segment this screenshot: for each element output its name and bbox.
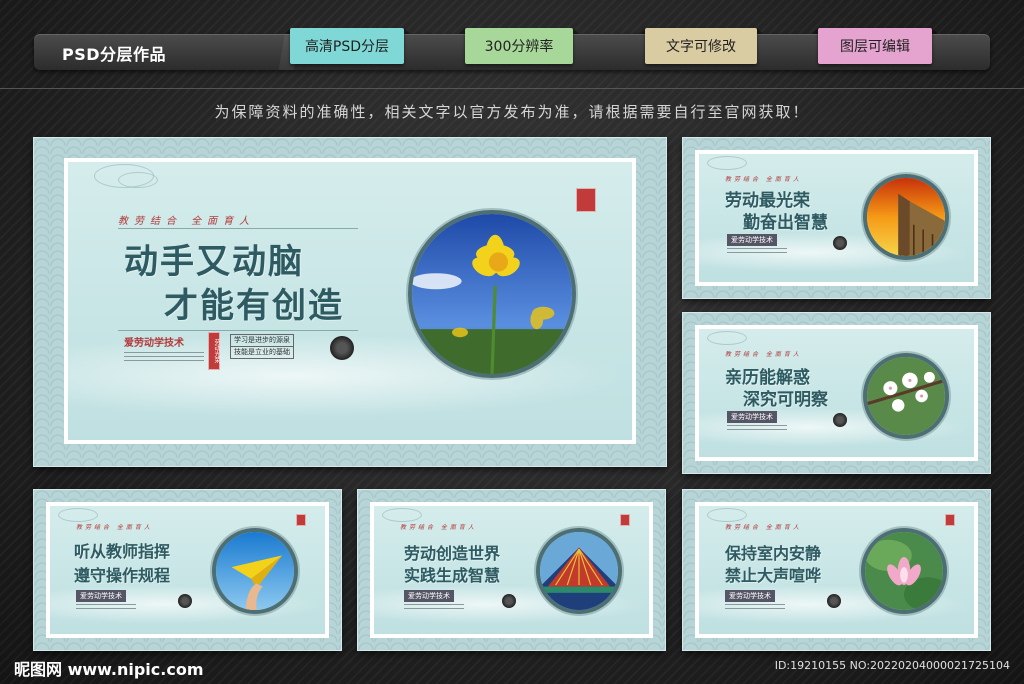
panel-frame: 教劳结合 全面育人 劳动创造世界 实践生成智慧 爱劳动学技术 <box>370 502 653 638</box>
panel-canvas: 教劳结合 全面育人 动手又动脑 才能有创造 爱劳动学技术 劳动光荣 学习是进步的… <box>68 162 632 440</box>
headline-line1: 听从教师指挥 <box>74 542 171 561</box>
headline-line1: 劳动创造世界 <box>404 544 501 563</box>
panel-create-world: 教劳结合 全面育人 劳动创造世界 实践生成智慧 爱劳动学技术 <box>358 490 665 650</box>
divider <box>0 88 1024 89</box>
footer-id: ID:19210155 NO:20220204000021725104 <box>774 659 1010 672</box>
red-seal-icon <box>576 188 596 212</box>
motto-text: 教劳结合 全面育人 <box>725 524 802 531</box>
motto-text: 教劳结合 全面育人 <box>725 351 802 358</box>
cloud-ornament <box>707 331 747 345</box>
panel-frame: 教劳结合 全面育人 听从教师指挥 遵守操作规程 爱劳动学技术 <box>46 502 329 638</box>
headline-line2: 禁止大声喧哗 <box>725 566 822 585</box>
subtitle-badge: 爱劳动学技术 <box>76 590 126 602</box>
blossom-photo <box>867 357 945 435</box>
temple-roof-photo <box>540 532 618 610</box>
headline-line1: 动手又动脑 <box>124 242 304 282</box>
bronze-vessel-icon <box>502 594 516 608</box>
headline-line2: 遵守操作规程 <box>74 566 171 585</box>
headline-line2: 才能有创造 <box>164 286 344 326</box>
header-title: PSD分层作品 <box>62 45 167 64</box>
tag-editable-layers: 图层可编辑 <box>818 28 932 64</box>
panel-follow-teacher: 教劳结合 全面育人 听从教师指挥 遵守操作规程 爱劳动学技术 <box>34 490 341 650</box>
panel-frame: 教劳结合 全面育人 动手又动脑 才能有创造 爱劳动学技术 劳动光荣 学习是进步的… <box>64 158 636 444</box>
cloud-ornament <box>382 508 422 522</box>
cloud-ornament <box>58 508 98 522</box>
cloud-ornament <box>707 508 747 522</box>
great-wall-photo <box>867 178 945 256</box>
panel-experience: 教劳结合 全面育人 亲历能解惑 深究可明察 爱劳动学技术 <box>683 313 990 473</box>
red-seal-icon <box>296 514 306 526</box>
red-seal-icon <box>620 514 630 526</box>
footer-logo: 昵图网 www.nipic.com <box>14 660 204 679</box>
subtitle-badge: 爱劳动学技术 <box>727 411 777 423</box>
info-box-2: 技能是立业的基础 <box>230 346 294 360</box>
motto-text: 教劳结合 全面育人 <box>725 176 802 183</box>
headline-line2: 深究可明察 <box>743 390 828 410</box>
tag-hd-psd: 高清PSD分层 <box>290 28 404 64</box>
panel-labor-glory: 教劳结合 全面育人 劳动最光荣 勤奋出智慧 爱劳动学技术 <box>683 138 990 298</box>
bronze-vessel-icon <box>330 336 354 360</box>
bronze-vessel-icon <box>178 594 192 608</box>
panel-frame: 教劳结合 全面育人 亲历能解惑 深究可明察 爱劳动学技术 <box>695 325 978 461</box>
headline-line2: 实践生成智慧 <box>404 566 501 585</box>
headline-line1: 保持室内安静 <box>725 544 822 563</box>
panel-keep-quiet: 教劳结合 全面育人 保持室内安静 禁止大声喧哗 爱劳动学技术 <box>683 490 990 650</box>
subtitle-badge: 爱劳动学技术 <box>727 234 777 246</box>
red-seal-icon <box>945 514 955 526</box>
lotus-photo <box>865 532 943 610</box>
bronze-vessel-icon <box>833 413 847 427</box>
panel-frame: 教劳结合 全面育人 保持室内安静 禁止大声喧哗 爱劳动学技术 <box>695 502 978 638</box>
motto-text: 教劳结合 全面育人 <box>400 524 477 531</box>
seal-stamp: 劳动光荣 <box>208 332 220 370</box>
bronze-vessel-icon <box>833 236 847 250</box>
daffodil-photo <box>412 214 572 374</box>
motto-text: 教劳结合 全面育人 <box>76 524 153 531</box>
headline-line2: 勤奋出智慧 <box>743 213 828 233</box>
bronze-vessel-icon <box>827 594 841 608</box>
paper-plane-photo <box>216 532 294 610</box>
tag-resolution: 300分辨率 <box>465 28 573 64</box>
subtitle-badge: 爱劳动学技术 <box>725 590 775 602</box>
main-panel: 教劳结合 全面育人 动手又动脑 才能有创造 爱劳动学技术 劳动光荣 学习是进步的… <box>34 138 666 466</box>
panel-frame: 教劳结合 全面育人 劳动最光荣 勤奋出智慧 爱劳动学技术 <box>695 150 978 286</box>
subtitle-badge: 爱劳动学技术 <box>124 338 184 349</box>
cloud-ornament <box>707 156 747 170</box>
notice-text: 为保障资料的准确性，相关文字以官方发布为准，请根据需要自行至官网获取！ <box>214 103 810 121</box>
body-text-lines <box>124 352 204 364</box>
motto-text: 教劳结合 全面育人 <box>118 216 256 227</box>
subtitle-badge: 爱劳动学技术 <box>404 590 454 602</box>
tag-editable-text: 文字可修改 <box>645 28 757 64</box>
